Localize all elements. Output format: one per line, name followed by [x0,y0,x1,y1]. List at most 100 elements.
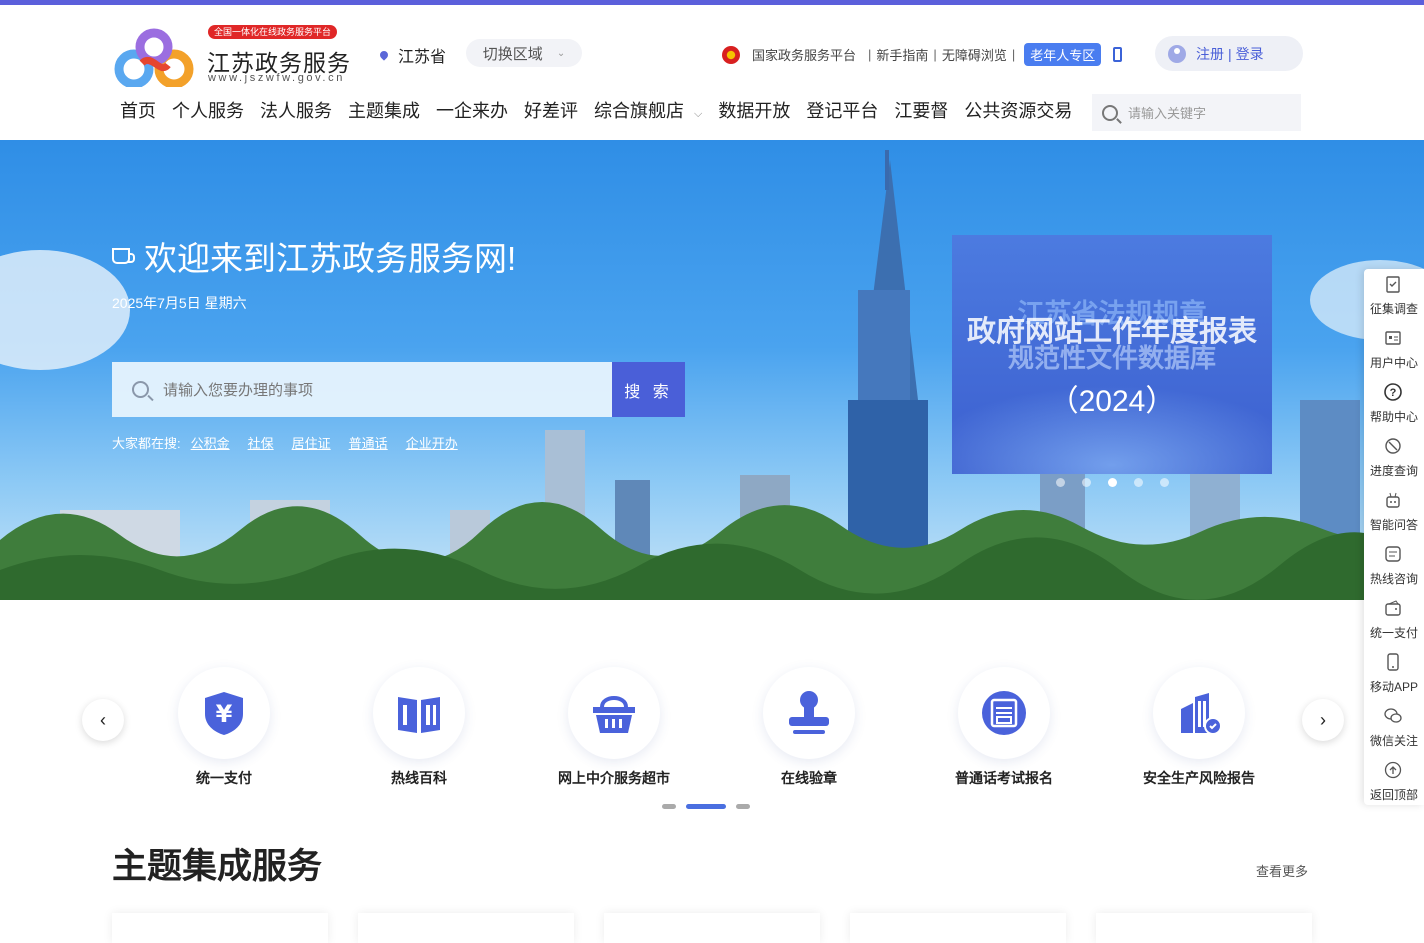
logo-mark-icon [114,28,194,87]
quick-service-icon-circle [373,667,465,759]
theme-card[interactable] [604,913,820,943]
quick-service-icon-circle [1153,667,1245,759]
progress-icon [1385,438,1401,454]
section-title: 主题集成服务 [112,847,323,886]
hot-searches: 大家都在搜: 公积金 社保 居住证 普通话 企业开办 [112,433,458,452]
news-carousel-slide[interactable]: 江苏省法规规章 政府网站工作年度报表 规范性文件数据库 （2024） [952,235,1272,474]
login-register-box: 注册 | 登录 [1155,36,1303,71]
switch-region-dropdown[interactable]: 切换区域 ⌄ [466,39,582,67]
quick-services-next-button[interactable]: › [1302,699,1344,741]
back-to-top-icon [1384,761,1402,779]
nav-item-flagship[interactable]: 综合旗舰店 ⌵ [586,93,710,140]
floating-side-toolbar: 征集调查 用户中心 ? 帮助中心 进度查询 智能问答 热线咨询 统一支付 移动A… [1364,269,1424,805]
hot-keyword-link[interactable]: 社保 [248,433,274,452]
quick-service-label: 在线验章 [781,770,837,786]
carousel-text-line3: 规范性文件数据库 [1007,343,1216,373]
nav-item-flagship-label: 综合旗舰店 [594,101,684,121]
sidebar-label: 智能问答 [1369,518,1418,532]
main-nav: 首页 个人服务 法人服务 主题集成 一企来办 好差评 综合旗舰店 ⌵ 数据开放 登… [112,93,1080,151]
hot-keyword-link[interactable]: 居住证 [292,433,331,452]
carousel-dot[interactable] [1082,478,1091,487]
nav-item-enterprise[interactable]: 一企来办 [428,93,516,140]
sidebar-item-smart-qa[interactable]: 智能问答 [1364,485,1424,539]
sidebar-item-progress[interactable]: 进度查询 [1364,431,1424,485]
sidebar-label: 进度查询 [1369,464,1418,478]
robot-icon [1386,492,1400,508]
elder-zone-button[interactable]: 老年人专区 [1024,43,1102,66]
pager-dot[interactable] [662,804,676,809]
header-search-input[interactable]: 请输入关键字 [1092,94,1301,131]
carousel-dot-active[interactable] [1108,478,1117,487]
theme-card[interactable] [112,913,328,943]
theme-card[interactable] [358,913,574,943]
basket-icon [593,696,635,733]
sidebar-label: 统一支付 [1369,626,1418,640]
nav-item-legal-person[interactable]: 法人服务 [252,93,340,140]
link-separator: | [868,47,872,62]
sidebar-label: 移动APP [1369,680,1418,694]
sidebar-item-mobile-app[interactable]: 移动APP [1364,647,1424,701]
welcome-heading: 欢迎来到江苏政务服务网! [112,232,516,280]
message-icon [1385,546,1401,562]
putonghua-icon [982,691,1026,735]
site-header: 全国一体化在线政务服务平台 江苏政务服务 www.jszwfw.gov.cn 江… [0,5,1424,151]
nav-item-supervision[interactable]: 江要督 [886,93,956,140]
sidebar-label: 征集调查 [1369,302,1418,316]
nav-item-public-resources[interactable]: 公共资源交易 [956,93,1080,140]
hot-keyword-link[interactable]: 公积金 [191,433,230,452]
nav-item-personal[interactable]: 个人服务 [164,93,252,140]
sidebar-item-survey[interactable]: 征集调查 [1364,269,1424,323]
sidebar-label: 微信关注 [1369,734,1418,748]
hot-keyword-link[interactable]: 普通话 [349,433,388,452]
sidebar-item-help[interactable]: ? 帮助中心 [1364,377,1424,431]
welcome-text: 欢迎来到江苏政务服务网! [144,240,517,277]
sidebar-item-hotline[interactable]: 热线咨询 [1364,539,1424,593]
logo-badge: 全国一体化在线政务服务平台 [208,25,338,39]
site-logo[interactable]: 全国一体化在线政务服务平台 江苏政务服务 www.jszwfw.gov.cn [112,25,352,91]
sidebar-item-back-to-top[interactable]: 返回顶部 [1364,755,1424,809]
theme-card[interactable] [850,913,1066,943]
carousel-dot[interactable] [1160,478,1169,487]
accessible-browse-link[interactable]: 无障碍浏览 [942,45,1007,64]
nav-item-themes[interactable]: 主题集成 [340,93,428,140]
sidebar-item-payment[interactable]: 统一支付 [1364,593,1424,647]
national-emblem-icon [722,45,740,64]
pager-dot[interactable] [736,804,750,809]
login-link[interactable]: 登录 [1236,44,1264,64]
quick-service-label: 普通话考试报名 [955,770,1053,786]
sidebar-label: 热线咨询 [1369,572,1418,586]
svg-text:?: ? [1390,387,1397,399]
chevron-left-icon: ‹ [100,709,106,730]
service-search-input[interactable]: 请输入您要办理的事项 [112,362,612,417]
pager-dot-active[interactable] [686,804,726,809]
register-link[interactable]: 注册 [1196,44,1224,64]
view-more-link[interactable]: 查看更多 [1256,861,1308,880]
quick-service-icon-circle [958,667,1050,759]
search-icon [1102,104,1118,121]
nav-item-open-data[interactable]: 数据开放 [710,93,798,140]
search-button[interactable]: 搜 索 [612,362,685,417]
nav-item-evaluation[interactable]: 好差评 [516,93,586,140]
link-separator: | [933,47,937,62]
nav-item-registration[interactable]: 登记平台 [798,93,886,140]
carousel-dot[interactable] [1056,478,1065,487]
beginner-guide-link[interactable]: 新手指南 [876,45,928,64]
hero-banner: 欢迎来到江苏政务服务网! 2025年7月5日 星期六 请输入您要办理的事项 搜 … [0,140,1424,600]
nav-item-home[interactable]: 首页 [112,93,164,151]
sidebar-item-wechat[interactable]: 微信关注 [1364,701,1424,755]
quick-service-icon-circle [763,667,855,759]
quick-service-label: 安全生产风险报告 [1143,770,1255,786]
wechat-icon [1384,708,1402,723]
mobile-phone-icon[interactable] [1113,47,1123,62]
sidebar-item-user-center[interactable]: 用户中心 [1364,323,1424,377]
clipboard-icon [1386,276,1400,293]
carousel-dot[interactable] [1134,478,1143,487]
sidebar-label: 帮助中心 [1369,410,1418,424]
national-platform-link[interactable]: 国家政务服务平台 [752,45,856,64]
sidebar-label: 返回顶部 [1369,788,1418,802]
hot-keyword-link[interactable]: 企业开办 [406,433,458,452]
carousel-dots [1056,478,1186,487]
current-date: 2025年7月5日 星期六 [112,295,247,311]
quick-services-prev-button[interactable]: ‹ [82,699,124,741]
theme-card[interactable] [1096,913,1312,943]
